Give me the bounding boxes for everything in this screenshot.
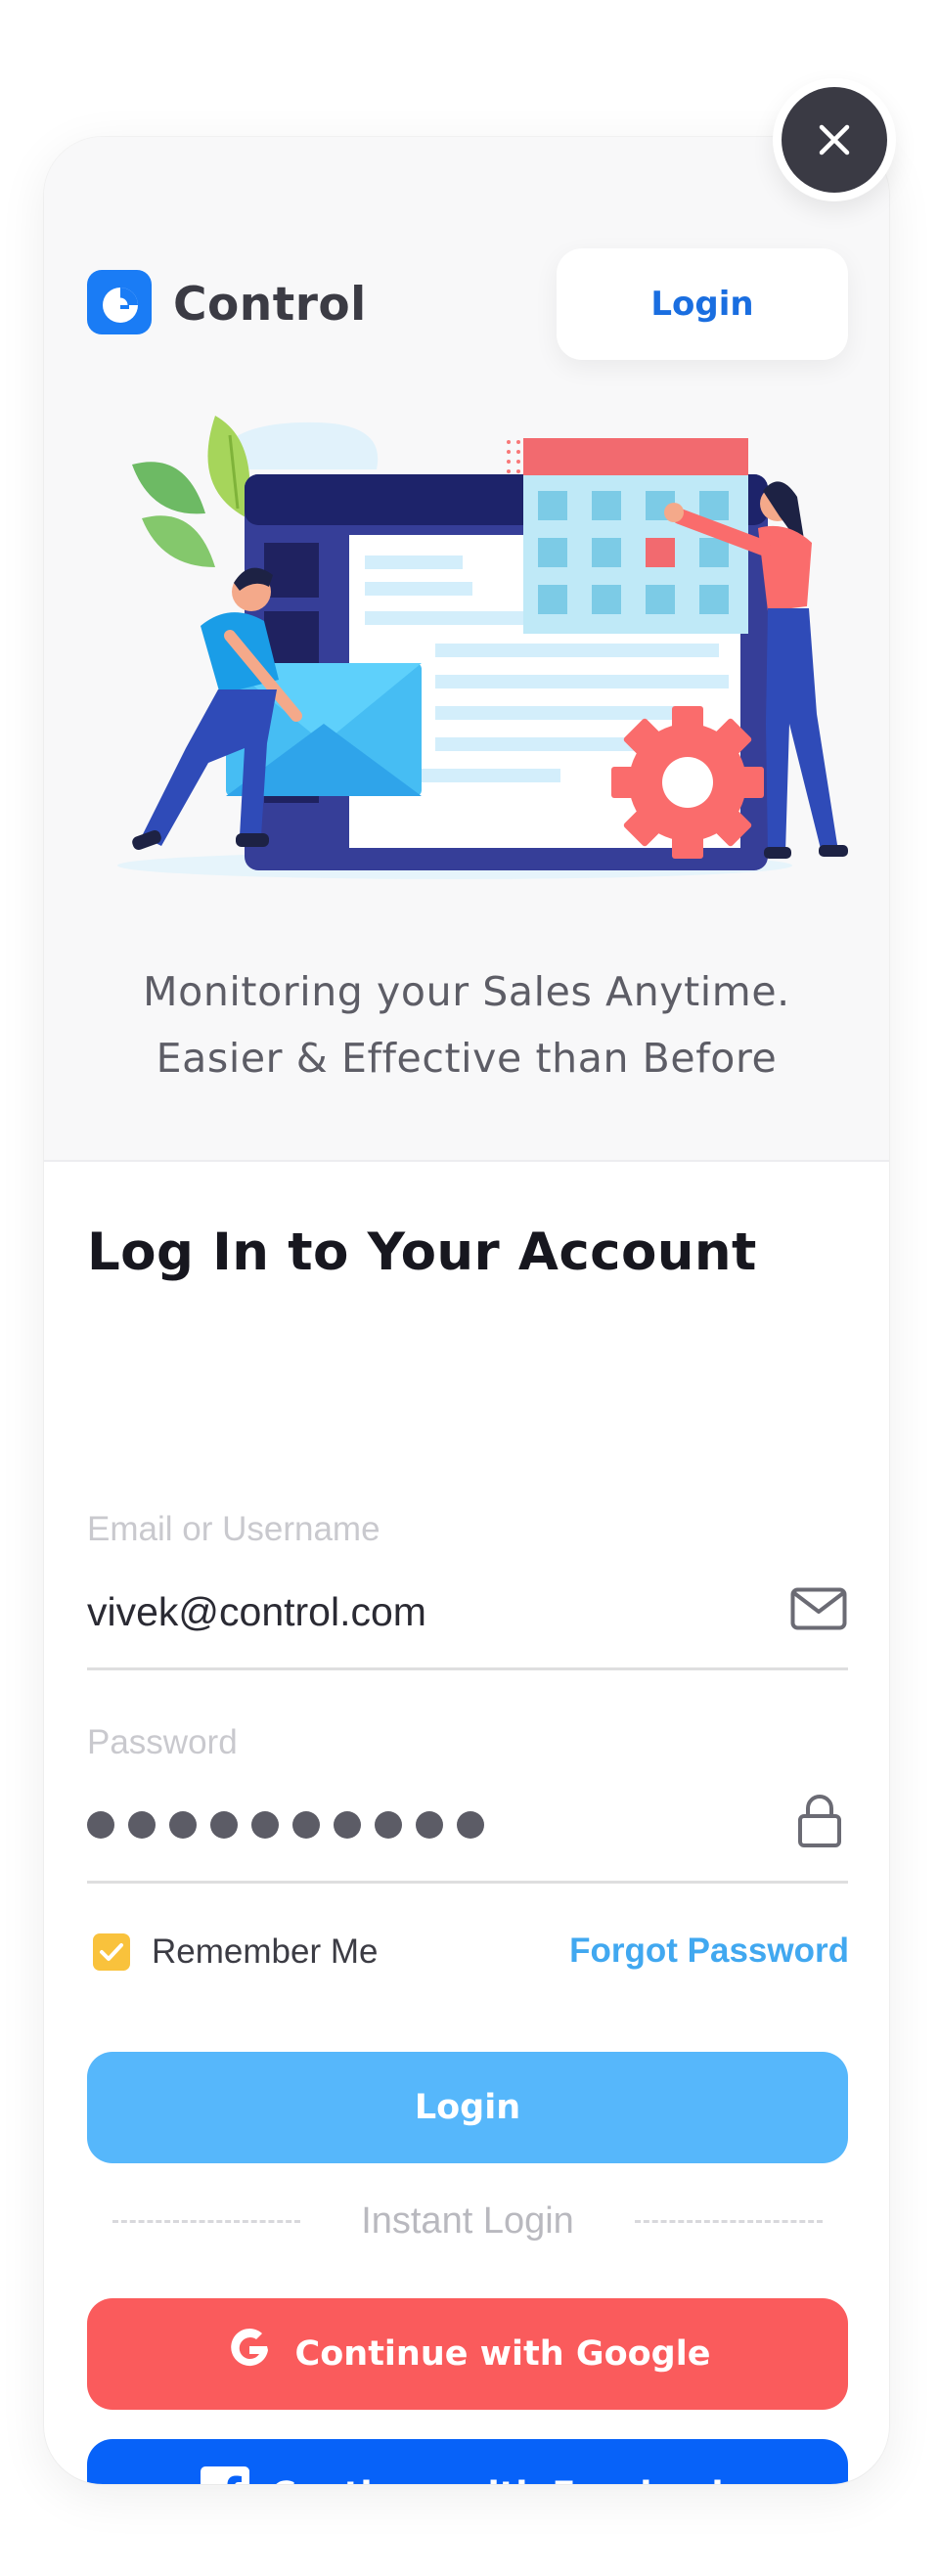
divider-line-right — [634, 2220, 823, 2223]
hero-tagline-line2: Easier & Effective than Before — [156, 1035, 778, 1082]
instant-login-divider: Instant Login — [112, 2200, 823, 2243]
password-mask-dot — [169, 1811, 197, 1839]
email-underline — [87, 1667, 848, 1670]
login-title: Log In to Your Account — [87, 1222, 757, 1282]
password-mask-dot — [251, 1811, 279, 1839]
remember-me-label: Remember Me — [152, 1932, 379, 1971]
email-field[interactable] — [87, 1584, 752, 1639]
password-mask-dot — [128, 1811, 156, 1839]
forgot-password-link[interactable]: Forgot Password — [553, 1932, 849, 1971]
gear-graphic — [611, 706, 764, 859]
password-mask-dot — [457, 1811, 484, 1839]
facebook-button-label: Continue with Facebook — [271, 2475, 735, 2484]
password-field[interactable] — [87, 1811, 484, 1839]
hero-illustration — [117, 416, 848, 879]
brand: Control — [87, 270, 367, 338]
google-login-button[interactable]: Continue with Google — [87, 2298, 848, 2410]
hero-tagline: Monitoring your Sales Anytime. Easier & … — [44, 958, 889, 1091]
password-mask-dot — [334, 1811, 361, 1839]
remember-me-checkbox[interactable]: Remember Me — [93, 1932, 378, 1972]
leaves-decoration — [132, 416, 250, 567]
google-button-label: Continue with Google — [294, 2334, 711, 2374]
lock-icon — [797, 1795, 842, 1851]
password-mask-dot — [292, 1811, 320, 1839]
google-icon — [225, 2326, 274, 2383]
control-logo-icon — [87, 270, 152, 338]
password-mask-dot — [416, 1811, 443, 1839]
password-underline — [87, 1881, 848, 1884]
email-label: Email or Username — [87, 1510, 380, 1548]
hero-tagline-line1: Monitoring your Sales Anytime. — [143, 968, 790, 1015]
mail-icon — [790, 1587, 847, 1634]
password-mask-dot — [87, 1811, 114, 1839]
facebook-icon — [201, 2465, 250, 2484]
app-name: Control — [173, 277, 367, 332]
check-icon — [93, 1933, 130, 1971]
instant-login-label: Instant Login — [361, 2200, 574, 2242]
close-icon — [782, 87, 887, 193]
hero-section: Control Login Monitoring your Sales Anyt… — [44, 137, 889, 1162]
login-button-label: Login — [414, 2088, 521, 2127]
header-login-button[interactable]: Login — [557, 248, 848, 360]
facebook-login-button[interactable]: Continue with Facebook — [87, 2439, 848, 2484]
password-mask-dot — [375, 1811, 402, 1839]
login-card: Control Login Monitoring your Sales Anyt… — [44, 137, 889, 2484]
password-label: Password — [87, 1723, 238, 1761]
divider-line-left — [112, 2220, 300, 2223]
close-button[interactable] — [773, 78, 896, 201]
login-button[interactable]: Login — [87, 2052, 848, 2163]
password-mask-dot — [210, 1811, 238, 1839]
